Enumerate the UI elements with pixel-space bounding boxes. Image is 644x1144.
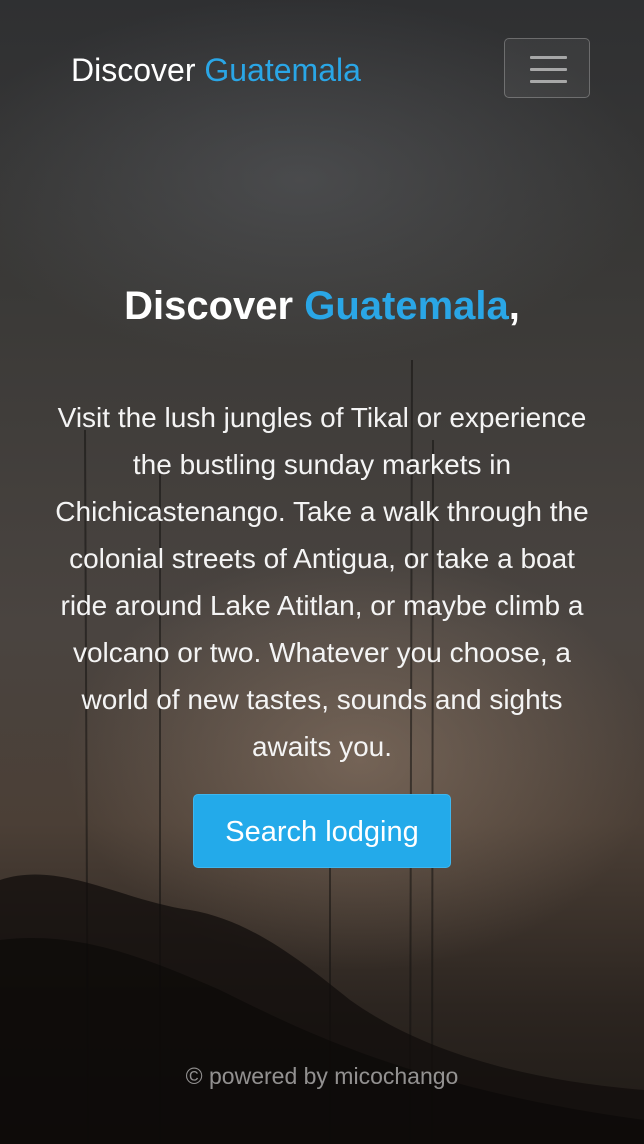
hamburger-menu-icon-bar (530, 68, 567, 71)
hero-title-suffix: , (508, 284, 520, 328)
footer-credit: © powered by micochango (185, 1063, 459, 1089)
brand-link[interactable]: Discover Guatemala (71, 50, 361, 90)
hero-title: Discover Guatemala, (0, 280, 644, 332)
hero-description: Visit the lush jungles of Tikal or exper… (55, 402, 589, 762)
hero-section: Discover Guatemala, Visit the lush jungl… (0, 280, 644, 868)
hamburger-menu-icon (530, 56, 567, 59)
brand-accent: Guatemala (204, 52, 361, 88)
hero-title-accent: Guatemala (304, 284, 509, 328)
search-lodging-button[interactable]: Search lodging (193, 794, 451, 868)
hamburger-menu-icon-bar (530, 80, 567, 83)
hero-title-prefix: Discover (124, 284, 294, 328)
menu-toggle-button[interactable] (504, 38, 590, 98)
brand-prefix: Discover (71, 52, 196, 88)
navbar: Discover Guatemala (0, 0, 644, 140)
footer: © powered by micochango (0, 1058, 644, 1094)
